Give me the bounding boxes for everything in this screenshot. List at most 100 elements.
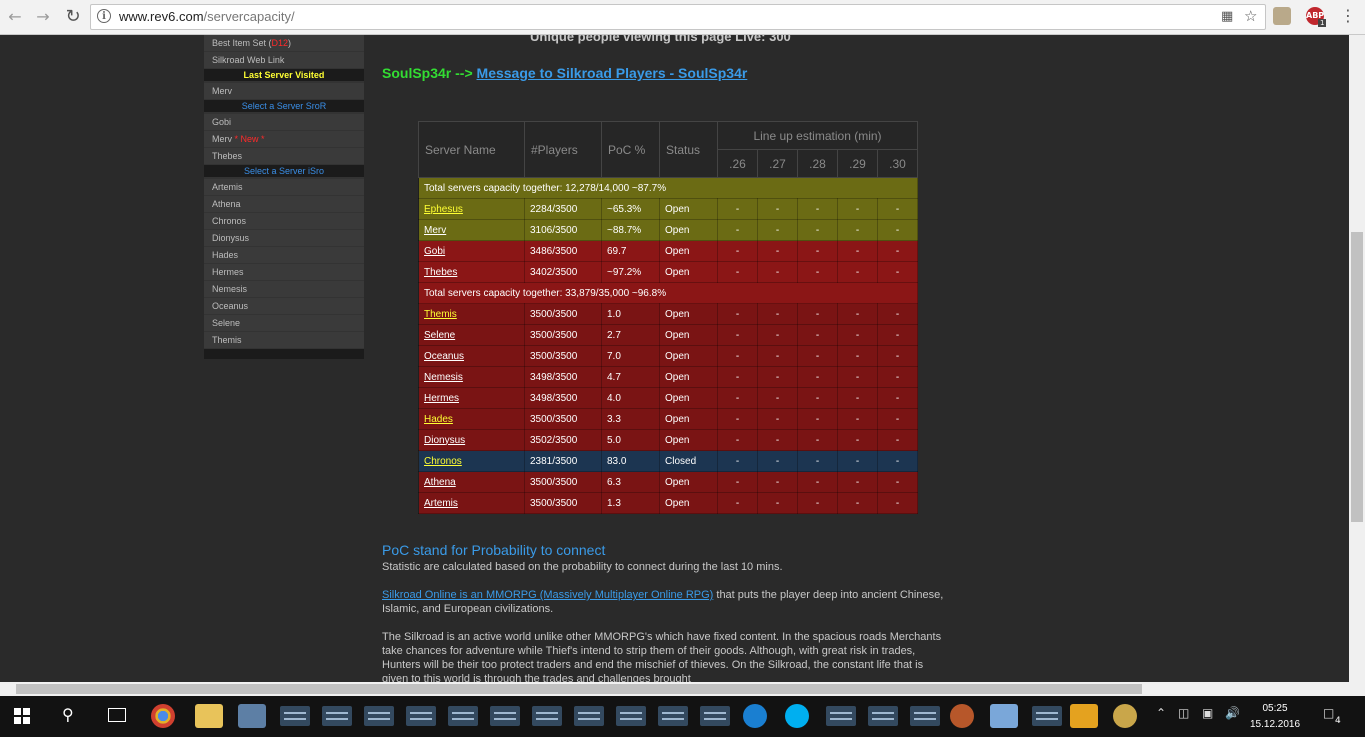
server-status-cell: Open — [659, 387, 718, 409]
sidebar-item-isro[interactable]: Artemis — [204, 179, 364, 195]
lineup-cell: - — [717, 240, 758, 262]
lineup-cell: - — [837, 429, 878, 451]
chrome-taskbar-icon[interactable] — [151, 704, 175, 728]
windows-start-icon[interactable] — [14, 708, 30, 724]
sidebar-item-last-merv[interactable]: Merv — [204, 83, 364, 99]
lineup-cell: - — [877, 492, 918, 514]
teamviewer-icon[interactable] — [743, 704, 767, 728]
sidebar-item-isro[interactable]: Selene — [204, 315, 364, 331]
lineup-cell: - — [837, 261, 878, 283]
sidebar-item-isro[interactable]: Themis — [204, 332, 364, 348]
horizontal-scroll-thumb[interactable] — [16, 684, 1142, 694]
server-row: Gobi 3486/3500 69.7 Open - - - - - — [418, 240, 918, 262]
lineup-cell: - — [757, 198, 798, 220]
clock[interactable]: 05:25 15.12.2016 — [1250, 701, 1300, 733]
app-orange-icon[interactable] — [950, 704, 974, 728]
forward-icon[interactable]: → — [32, 6, 54, 28]
sidebar-item-best-item-set[interactable]: Best Item Set (D12) — [204, 35, 364, 51]
taskbar-app-icon[interactable] — [406, 706, 436, 726]
battery-icon[interactable]: ◫ — [1178, 706, 1189, 720]
mmorpg-link[interactable]: Silkroad Online is an MMORPG (Massively … — [382, 589, 713, 601]
taskbar-app-icon[interactable] — [826, 706, 856, 726]
taskbar-app-icon[interactable] — [364, 706, 394, 726]
file-explorer-icon[interactable] — [195, 704, 223, 728]
sidebar-item-silkroad-web-link[interactable]: Silkroad Web Link — [204, 52, 364, 68]
server-link[interactable]: Athena — [424, 477, 456, 488]
server-link[interactable]: Chronos — [424, 456, 462, 467]
sidebar-item-isro[interactable]: Athena — [204, 196, 364, 212]
server-row: Chronos 2381/3500 83.0 Closed - - - - - — [418, 450, 918, 472]
server-link[interactable]: Merv — [424, 225, 446, 236]
sidebar-item-thebes[interactable]: Thebes — [204, 148, 364, 164]
taskbar-app-icon[interactable] — [532, 706, 562, 726]
taskbar-app-icon[interactable] — [700, 706, 730, 726]
taskbar-app-icon[interactable] — [1032, 706, 1062, 726]
sidebar-item-isro[interactable]: Nemesis — [204, 281, 364, 297]
sidebar-item-isro[interactable]: Hermes — [204, 264, 364, 280]
address-bar[interactable]: i www.rev6.com/servercapacity/ ▦ ☆ — [90, 4, 1266, 30]
back-icon[interactable]: ← — [4, 6, 26, 28]
volume-icon[interactable]: 🔊 — [1225, 706, 1240, 720]
network-app-icon[interactable] — [238, 704, 266, 728]
network-icon[interactable]: ▣ — [1202, 706, 1213, 720]
game-launcher-icon[interactable] — [1113, 704, 1137, 728]
info-icon[interactable]: i — [97, 9, 111, 23]
server-link[interactable]: Nemesis — [424, 372, 463, 383]
taskbar-app-icon[interactable] — [448, 706, 478, 726]
search-icon[interactable]: ⚲ — [62, 705, 74, 724]
server-poc-cell: 1.0 — [601, 303, 660, 325]
server-status-cell: Open — [659, 324, 718, 346]
lineup-cell: - — [877, 261, 918, 283]
translate-icon[interactable]: ▦ — [1221, 9, 1233, 24]
server-row: Selene 3500/3500 2.7 Open - - - - - — [418, 324, 918, 346]
skype-icon[interactable] — [785, 704, 809, 728]
chevron-up-icon[interactable]: ⌃ — [1156, 706, 1166, 720]
server-link[interactable]: Oceanus — [424, 351, 464, 362]
menu-icon[interactable]: ⋮ — [1340, 6, 1356, 25]
server-name-cell: Thebes — [418, 261, 525, 283]
server-poc-cell: ~88.7% — [601, 219, 660, 241]
lineup-cell: - — [797, 261, 838, 283]
taskbar-app-icon[interactable] — [490, 706, 520, 726]
extension-icon[interactable] — [1273, 7, 1291, 25]
notepad-icon[interactable] — [990, 704, 1018, 728]
message-link[interactable]: Message to Silkroad Players - SoulSp34r — [477, 65, 748, 81]
notification-icon[interactable]: □ — [1323, 706, 1334, 720]
taskbar-app-icon[interactable] — [658, 706, 688, 726]
lineup-cell: - — [797, 408, 838, 430]
vertical-scroll-thumb[interactable] — [1351, 232, 1363, 522]
server-link[interactable]: Hermes — [424, 393, 459, 404]
media-player-icon[interactable] — [1070, 704, 1098, 728]
sidebar-item-isro[interactable]: Oceanus — [204, 298, 364, 314]
server-link[interactable]: Selene — [424, 330, 455, 341]
server-link[interactable]: Thebes — [424, 267, 457, 278]
server-status-cell: Open — [659, 471, 718, 493]
server-link[interactable]: Hades — [424, 414, 453, 425]
sidebar-item-isro[interactable]: Chronos — [204, 213, 364, 229]
server-name-cell: Artemis — [418, 492, 525, 514]
sidebar-item-isro[interactable]: Hades — [204, 247, 364, 263]
reload-icon[interactable]: ↻ — [62, 6, 84, 28]
server-link[interactable]: Ephesus — [424, 204, 463, 215]
server-link[interactable]: Themis — [424, 309, 457, 320]
server-link[interactable]: Gobi — [424, 246, 445, 257]
taskbar-app-icon[interactable] — [322, 706, 352, 726]
taskbar-app-icon[interactable] — [910, 706, 940, 726]
bookmark-star-icon[interactable]: ☆ — [1244, 7, 1257, 25]
server-players-cell: 3486/3500 — [524, 240, 602, 262]
taskbar-app-icon[interactable] — [616, 706, 646, 726]
server-name-cell: Selene — [418, 324, 525, 346]
server-link[interactable]: Dionysus — [424, 435, 465, 446]
server-link[interactable]: Artemis — [424, 498, 458, 509]
url-text[interactable]: www.rev6.com/servercapacity/ — [119, 9, 295, 24]
task-view-icon[interactable] — [108, 708, 126, 722]
lineup-cell: - — [877, 303, 918, 325]
taskbar-app-icon[interactable] — [574, 706, 604, 726]
sidebar-item-gobi[interactable]: Gobi — [204, 114, 364, 130]
server-poc-cell: ~97.2% — [601, 261, 660, 283]
sidebar-item-isro[interactable]: Dionysus — [204, 230, 364, 246]
server-status-cell: Open — [659, 492, 718, 514]
taskbar-app-icon[interactable] — [280, 706, 310, 726]
taskbar-app-icon[interactable] — [868, 706, 898, 726]
sidebar-item-merv[interactable]: Merv * New * — [204, 131, 364, 147]
